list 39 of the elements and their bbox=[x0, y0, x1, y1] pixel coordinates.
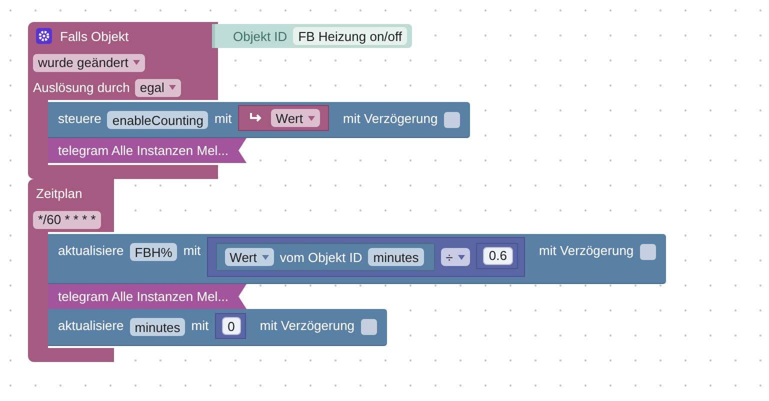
state-field[interactable]: FBH% bbox=[130, 243, 178, 261]
dropdown[interactable]: Wert bbox=[224, 248, 274, 266]
block-label: mit bbox=[183, 243, 201, 258]
delay-label: mit Verzögerung bbox=[539, 243, 634, 258]
state-field[interactable]: minutes bbox=[130, 318, 186, 336]
block-label: mit bbox=[191, 318, 209, 333]
block-label: mit bbox=[214, 111, 232, 126]
caret-icon bbox=[133, 60, 140, 65]
delay-label: mit Verzögerung bbox=[260, 318, 355, 333]
dropdown[interactable]: wurde geändert bbox=[33, 54, 146, 72]
caret-icon bbox=[262, 254, 269, 260]
caret-icon bbox=[308, 116, 316, 120]
arrow-icon bbox=[248, 112, 263, 124]
block-title: Zeitplan bbox=[36, 186, 82, 200]
object-field[interactable]: FB Heizung on/off bbox=[293, 27, 408, 45]
checkbox[interactable] bbox=[444, 112, 460, 128]
number-field[interactable]: 0 bbox=[222, 317, 241, 335]
checkbox[interactable] bbox=[640, 244, 656, 260]
object-field[interactable]: minutes bbox=[368, 248, 424, 266]
telegram-label: telegram Alle Instanzen Mel... bbox=[58, 143, 230, 158]
state-field[interactable]: enableCounting bbox=[107, 111, 208, 129]
caret-icon bbox=[169, 85, 176, 90]
caret-icon bbox=[458, 254, 465, 260]
number-field[interactable]: 0.6 bbox=[482, 246, 513, 264]
field-label: Auslösung durch bbox=[33, 80, 130, 95]
block-label: vom Objekt ID bbox=[280, 250, 362, 264]
dropdown[interactable]: ÷ bbox=[440, 248, 470, 266]
block-label: aktualisiere bbox=[58, 318, 124, 333]
block-title: Falls Objekt bbox=[60, 28, 129, 44]
gear-icon bbox=[36, 28, 52, 44]
object-id-label: Objekt ID bbox=[233, 28, 288, 44]
block-label: steuere bbox=[58, 111, 102, 126]
cron-field[interactable]: */60 * * * * bbox=[33, 210, 101, 228]
delay-label: mit Verzögerung bbox=[343, 111, 438, 126]
dropdown[interactable]: Wert bbox=[270, 109, 320, 127]
block-label: aktualisiere bbox=[58, 243, 124, 258]
checkbox[interactable] bbox=[360, 319, 377, 335]
dropdown[interactable]: egal bbox=[134, 78, 182, 96]
telegram-label: telegram Alle Instanzen Mel... bbox=[58, 289, 230, 304]
